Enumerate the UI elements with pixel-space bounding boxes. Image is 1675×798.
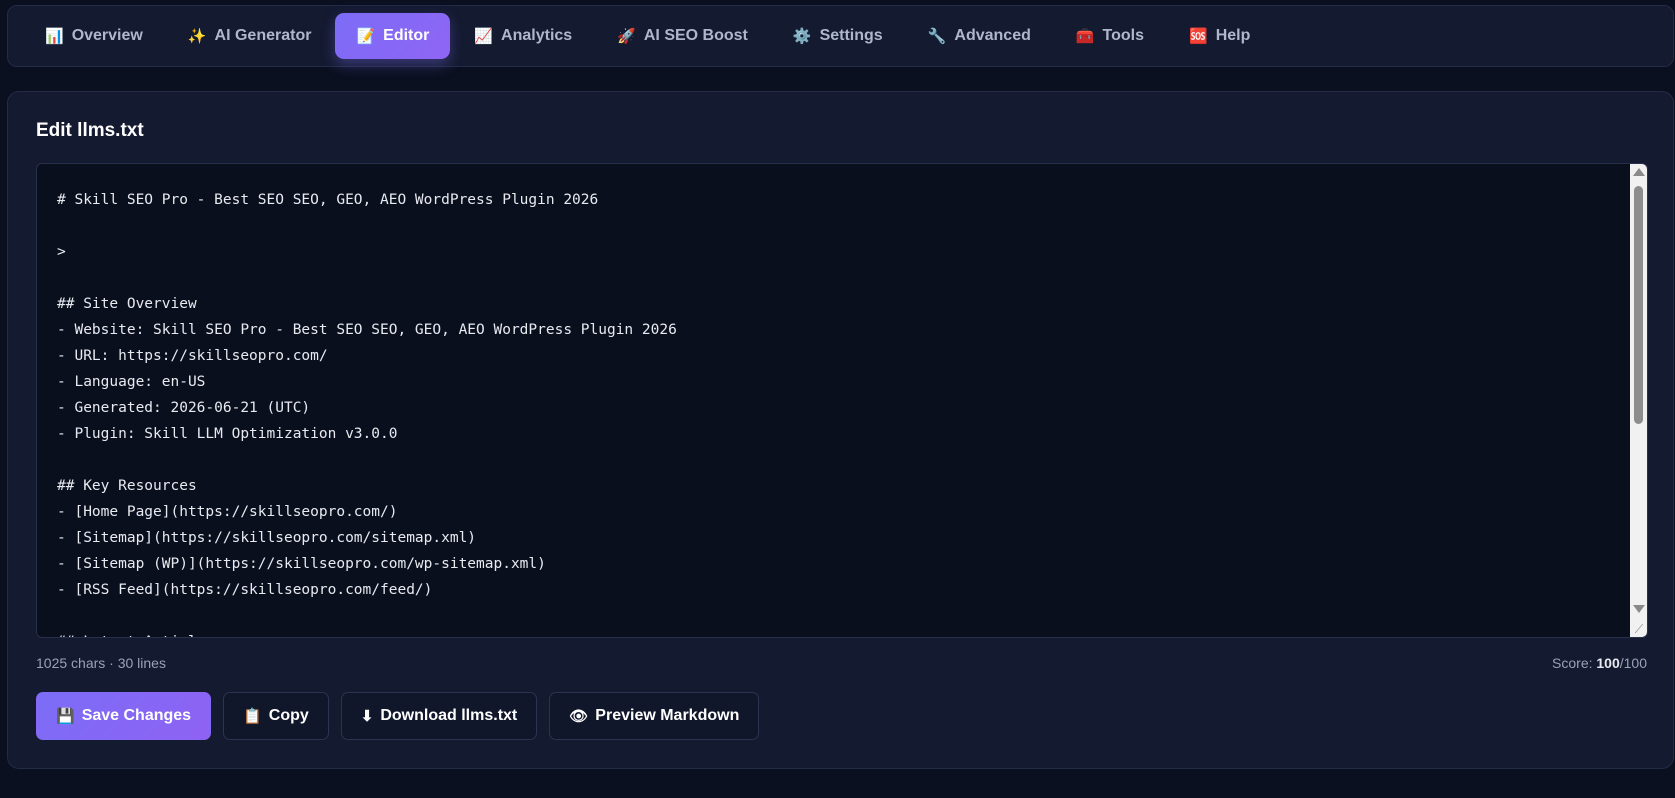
char-line-count: 1025 chars · 30 lines xyxy=(36,655,166,671)
tab-ai-generator[interactable]: ✨ AI Generator xyxy=(167,13,333,59)
score-value: 100 xyxy=(1596,655,1620,671)
tab-label: Analytics xyxy=(501,27,573,44)
llms-textarea[interactable]: # Skill SEO Pro - Best SEO SEO, GEO, AEO… xyxy=(36,163,1648,638)
action-bar: 💾 Save Changes 📋 Copy ⬇ Download llms.txt 👁… xyxy=(36,692,771,740)
score-max: /100 xyxy=(1619,655,1647,671)
memo-icon: 📝 xyxy=(356,28,376,45)
sos-icon: 🆘 xyxy=(1189,28,1208,45)
editor-panel: Edit llms.txt # Skill SEO Pro - Best SEO… xyxy=(7,91,1674,769)
tab-label: AI Generator xyxy=(214,27,312,44)
preview-markdown-button[interactable]: 👁 Preview Markdown xyxy=(549,692,760,740)
panel-title: Edit llms.txt xyxy=(36,120,144,141)
button-label: Download llms.txt xyxy=(380,707,518,724)
tab-analytics[interactable]: 📈 Analytics xyxy=(453,13,593,59)
button-label: Copy xyxy=(268,707,309,724)
tab-label: AI SEO Boost xyxy=(643,27,748,44)
tab-label: Overview xyxy=(71,27,143,44)
vertical-scrollbar[interactable] xyxy=(1630,164,1647,637)
button-label: Preview Markdown xyxy=(595,707,740,724)
scroll-down-icon[interactable] xyxy=(1633,605,1645,613)
scroll-up-icon[interactable] xyxy=(1633,168,1645,176)
editor-content[interactable]: # Skill SEO Pro - Best SEO SEO, GEO, AEO… xyxy=(37,164,1637,637)
score-label: Score: xyxy=(1552,655,1597,671)
wrench-icon: 🔧 xyxy=(927,28,947,45)
eye-icon: 👁 xyxy=(569,708,589,725)
tab-settings[interactable]: ⚙️ Settings xyxy=(772,13,904,59)
score-display: Score: 100/100 xyxy=(1552,655,1647,671)
tab-editor[interactable]: 📝 Editor xyxy=(335,13,451,59)
tab-label: Tools xyxy=(1102,27,1145,44)
save-changes-button[interactable]: 💾 Save Changes xyxy=(36,692,212,740)
tab-ai-seo-boost[interactable]: 🚀 AI SEO Boost xyxy=(596,13,769,59)
tab-label: Help xyxy=(1215,27,1251,44)
tab-bar: 📊 Overview ✨ AI Generator 📝 Editor 📈 Analyti… xyxy=(7,5,1674,67)
tab-label: Editor xyxy=(383,27,430,44)
tab-label: Settings xyxy=(819,27,883,44)
copy-button[interactable]: 📋 Copy xyxy=(223,692,329,740)
sparkles-icon: ✨ xyxy=(187,28,207,45)
download-button[interactable]: ⬇ Download llms.txt xyxy=(340,692,538,740)
chart-icon: 📊 xyxy=(45,28,64,45)
resize-handle-icon[interactable]: ⟋ xyxy=(1632,622,1646,636)
tab-label: Advanced xyxy=(954,27,1031,44)
tab-tools[interactable]: 🧰 Tools xyxy=(1055,13,1165,59)
toolbox-icon: 🧰 xyxy=(1075,28,1095,45)
button-label: Save Changes xyxy=(81,707,192,724)
tab-overview[interactable]: 📊 Overview xyxy=(30,13,164,59)
clipboard-icon: 📋 xyxy=(243,708,262,725)
tab-help[interactable]: 🆘 Help xyxy=(1168,13,1271,59)
rocket-icon: 🚀 xyxy=(617,28,636,45)
gear-icon: ⚙️ xyxy=(792,28,812,45)
tab-advanced[interactable]: 🔧 Advanced xyxy=(907,13,1052,59)
trend-chart-icon: 📈 xyxy=(474,28,494,45)
floppy-disk-icon: 💾 xyxy=(56,708,75,725)
download-arrow-icon: ⬇ xyxy=(360,708,374,725)
scroll-thumb[interactable] xyxy=(1634,186,1643,424)
